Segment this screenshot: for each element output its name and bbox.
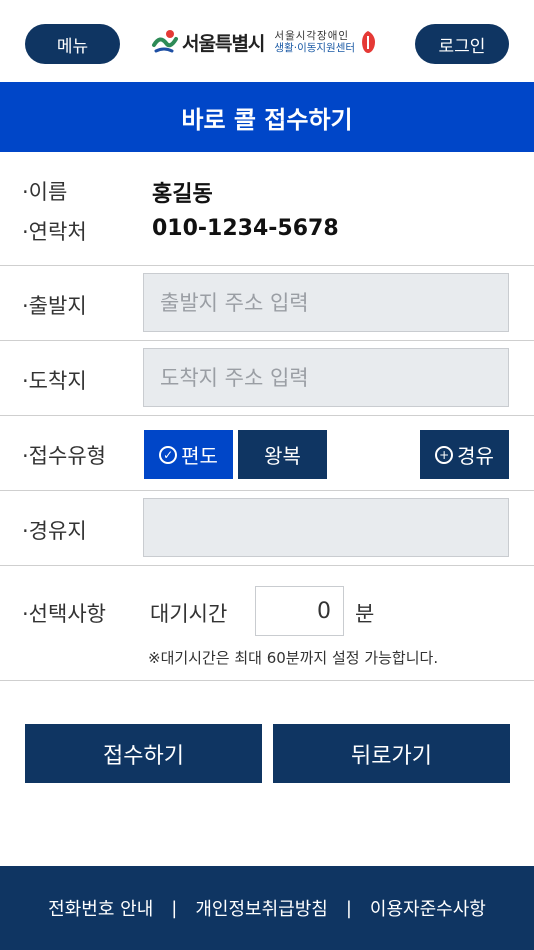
wait-time-label: 대기시간	[150, 602, 228, 626]
divider	[0, 340, 534, 341]
oneway-button[interactable]: ✓ 편도	[144, 430, 233, 479]
seoul-logo-icon	[150, 27, 180, 57]
name-value: 홍길동	[152, 182, 213, 207]
departure-label: ·출발지	[22, 294, 87, 318]
footer-separator: |	[171, 897, 178, 919]
footer-link-phone[interactable]: 전화번호 안내	[48, 895, 153, 921]
waypoint-label: ·경유지	[22, 519, 87, 543]
seoul-logo[interactable]: 서울특별시 서울시각장애인 생활·이동지원센터	[150, 22, 377, 62]
divider	[0, 565, 534, 566]
footer-link-privacy[interactable]: 개인정보취급방침	[195, 895, 327, 921]
footer-separator: |	[345, 897, 352, 919]
center-emblem-icon	[359, 30, 377, 54]
arrival-label: ·도착지	[22, 369, 87, 393]
add-via-button[interactable]: + 경유	[420, 430, 509, 479]
footer: 전화번호 안내 | 개인정보취급방침 | 이용자준수사항	[0, 866, 534, 950]
center-name-line2: 생활·이동지원센터	[274, 42, 356, 54]
departure-input[interactable]	[143, 273, 509, 332]
options-label: ·선택사항	[22, 602, 106, 626]
wait-time-note: ※대기시간은 최대 60분까지 설정 가능합니다.	[148, 649, 439, 667]
oneway-label: 편도	[181, 444, 218, 468]
divider	[0, 415, 534, 416]
plus-circle-icon: +	[435, 445, 454, 464]
center-name: 서울시각장애인 생활·이동지원센터	[274, 30, 355, 54]
divider	[0, 490, 534, 491]
center-name-line1: 서울시각장애인	[274, 29, 350, 42]
round-trip-button[interactable]: 왕복	[238, 430, 327, 479]
arrival-input[interactable]	[143, 348, 509, 407]
wait-unit: 분	[355, 602, 375, 626]
wait-time-input[interactable]	[255, 586, 344, 636]
logo-text: 서울특별시	[182, 32, 265, 55]
phone-label: ·연락처	[22, 220, 87, 244]
divider	[0, 680, 534, 681]
page-title: 바로 콜 접수하기	[0, 82, 534, 152]
divider	[0, 265, 534, 266]
menu-button[interactable]: 메뉴	[25, 24, 120, 64]
name-label: ·이름	[22, 180, 68, 204]
footer-link-terms[interactable]: 이용자준수사항	[370, 895, 486, 921]
phone-value: 010-1234-5678	[152, 216, 339, 241]
header: 메뉴 서울특별시 서울시각장애인 생활·이동지원센터 로그인	[0, 0, 534, 82]
login-button[interactable]: 로그인	[415, 24, 509, 64]
trip-type-label: ·접수유형	[22, 444, 106, 468]
waypoint-input[interactable]	[143, 498, 509, 557]
via-label: 경유	[457, 444, 494, 468]
back-button[interactable]: 뒤로가기	[273, 724, 510, 783]
round-trip-label: 왕복	[264, 444, 301, 468]
submit-button[interactable]: 접수하기	[25, 724, 262, 783]
check-circle-icon: ✓	[159, 445, 178, 464]
